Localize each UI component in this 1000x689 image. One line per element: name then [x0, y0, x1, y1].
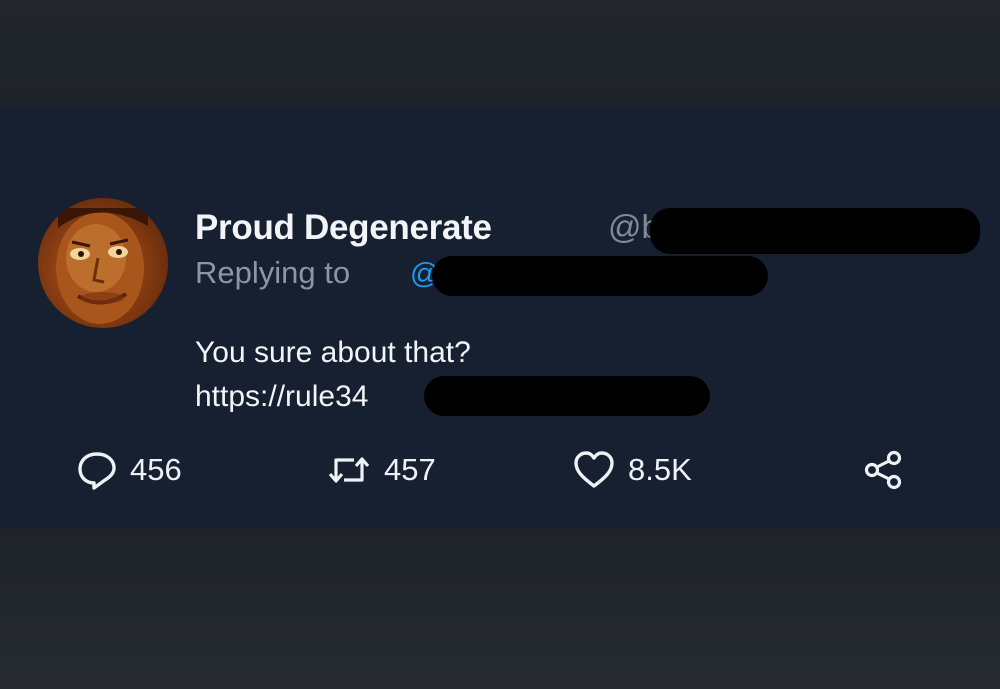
avatar[interactable] [38, 198, 168, 328]
screen: Proud Degenerate @b Replying to @ You su… [0, 0, 1000, 689]
like-button[interactable]: 8.5K [572, 450, 692, 490]
reply-count: 456 [130, 452, 182, 487]
avatar-face-image [56, 208, 148, 324]
background-top [0, 0, 1000, 108]
share-button[interactable] [862, 450, 906, 490]
tweet-text-line-1: You sure about that? [195, 336, 471, 369]
tweet-card[interactable]: Proud Degenerate @b Replying to @ You su… [0, 108, 1000, 528]
retweet-count: 457 [384, 452, 436, 487]
author-name[interactable]: Proud Degenerate [195, 208, 492, 248]
like-count: 8.5K [628, 452, 692, 487]
heart-icon [574, 451, 614, 488]
handle-redaction [650, 208, 980, 254]
share-icon [864, 450, 902, 490]
replying-label: Replying to [195, 255, 351, 290]
reply-icon [78, 452, 116, 490]
reply-handle-redaction [432, 256, 768, 296]
retweet-icon [328, 457, 370, 483]
tweet-link-text[interactable]: https://rule34 [195, 380, 368, 414]
reply-button[interactable]: 456 [76, 450, 182, 490]
retweet-button[interactable]: 457 [326, 450, 436, 490]
background-bottom [0, 528, 1000, 689]
link-redaction [424, 376, 710, 416]
